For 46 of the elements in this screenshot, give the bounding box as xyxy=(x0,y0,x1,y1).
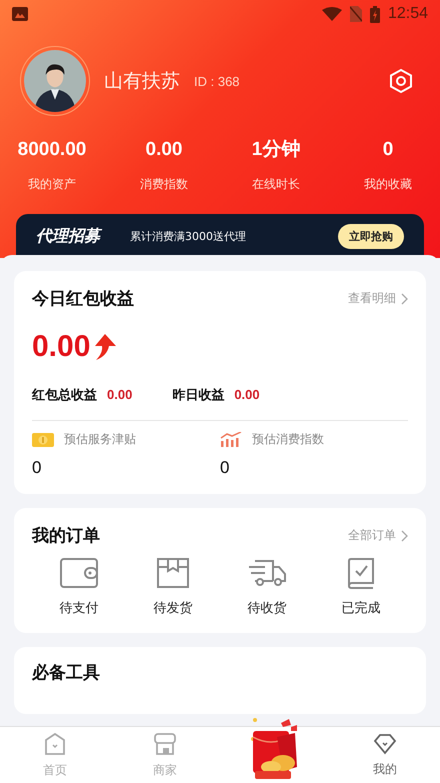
order-status-item[interactable]: 已完成 xyxy=(341,557,381,617)
coin-icon xyxy=(32,432,54,446)
earnings-amount: 0.00 xyxy=(32,330,90,364)
total-value: 0.00 xyxy=(234,387,260,402)
user-id: ID : 368 xyxy=(194,74,240,88)
estimate-value: 0 xyxy=(220,458,230,478)
banner-text: 累计消费满3000送代理 xyxy=(130,228,247,244)
estimate-value: 0 xyxy=(32,458,42,478)
no-sim-icon xyxy=(350,6,362,22)
wallet-icon xyxy=(59,557,99,589)
stat-value: 0 xyxy=(382,138,394,162)
shop-icon xyxy=(153,732,177,756)
buy-now-button[interactable]: 立即抢购 xyxy=(338,224,404,248)
stat-value: 8000.00 xyxy=(18,138,86,162)
diamond-icon xyxy=(373,732,397,754)
card-title: 今日红包收益 xyxy=(32,288,134,310)
stat-value: 0.00 xyxy=(146,138,182,162)
wifi-icon xyxy=(322,7,342,21)
chevron-icon xyxy=(401,530,408,542)
order-status-item[interactable]: 待收货 xyxy=(247,557,287,617)
total-value: 0.00 xyxy=(107,387,132,402)
banner-title: 代理招募 xyxy=(36,226,100,246)
up-arrow-icon xyxy=(92,334,116,360)
settings-icon[interactable] xyxy=(388,68,414,94)
total-label: 昨日收益 xyxy=(172,387,224,404)
order-status-item[interactable]: 待发货 xyxy=(153,557,193,617)
card-title: 我的订单 xyxy=(32,525,100,547)
truck-icon xyxy=(247,557,287,589)
chevron-icon xyxy=(401,292,408,304)
stat-label: 消费指数 xyxy=(140,176,188,192)
stat-value: 1分钟 xyxy=(252,138,300,162)
card-title: 必备工具 xyxy=(32,663,100,683)
tab-item[interactable]: 我的 xyxy=(330,727,440,783)
battery-icon xyxy=(370,6,380,22)
order-status-item[interactable]: 待支付 xyxy=(59,557,99,617)
image-icon xyxy=(12,7,28,21)
user-name: 山有扶苏 xyxy=(104,69,180,94)
status-time: 12:54 xyxy=(388,5,428,23)
estimate-label: 预估服务津贴 xyxy=(64,431,136,448)
stat-label: 在线时长 xyxy=(252,176,300,192)
stat-label: 我的资产 xyxy=(28,176,76,192)
stat-label: 我的收藏 xyxy=(364,176,412,192)
estimate-label: 预估消费指数 xyxy=(252,431,324,448)
home-icon xyxy=(44,732,66,756)
bar-chart-icon xyxy=(220,432,242,447)
total-label: 红包总收益 xyxy=(32,387,97,404)
